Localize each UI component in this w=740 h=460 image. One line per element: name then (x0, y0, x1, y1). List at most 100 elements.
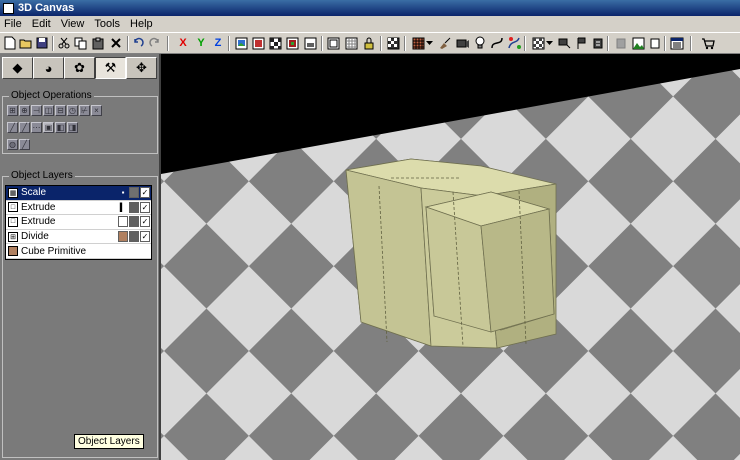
lock-icon[interactable] (361, 35, 377, 51)
tab-navigate[interactable]: ◆ (2, 57, 33, 79)
undo-icon[interactable] (130, 35, 146, 51)
op-face-icon[interactable]: ◧ (55, 122, 66, 133)
frame-icon[interactable] (325, 35, 341, 51)
menu-file[interactable]: File (0, 18, 28, 30)
op-delete-icon[interactable]: × (91, 105, 102, 116)
axis-z-button[interactable]: Z (210, 35, 226, 51)
axis-y-button[interactable]: Y (193, 35, 209, 51)
scroll-icon[interactable] (590, 35, 606, 51)
animation-path-icon[interactable] (506, 35, 522, 51)
pointer-icon[interactable] (556, 35, 572, 51)
tooltip: Object Layers (74, 434, 144, 449)
blank-frame-icon[interactable] (647, 35, 663, 51)
layer-visible-checkbox[interactable]: ✓ (140, 201, 150, 213)
op-weld-icon[interactable]: ⊣ (31, 105, 42, 116)
open-folder-icon[interactable] (18, 35, 34, 51)
camera-icon[interactable] (455, 35, 471, 51)
tab-objects[interactable]: ✿ (64, 57, 95, 79)
disabled-tool-icon (613, 35, 629, 51)
op-divide-icon[interactable]: ⊞ (7, 105, 18, 116)
brush-icon[interactable] (437, 35, 453, 51)
main-toolbar: X Y Z (0, 32, 740, 54)
op-bevel-icon[interactable]: ◫ (43, 105, 54, 116)
toolbar-separator (127, 36, 129, 51)
op-line-icon[interactable]: ╱ (7, 122, 18, 133)
grid-view-icon[interactable] (343, 35, 359, 51)
shopping-cart-icon[interactable] (700, 35, 716, 51)
chevron-down-icon[interactable] (425, 35, 434, 51)
object-operations-group: Object Operations ⊞ ⊕ ⊣ ◫ ⊟ ◷ ⊬ × ╱ ╱ ⋯ … (2, 90, 158, 154)
tab-globe[interactable]: ◕ (33, 57, 64, 79)
layer-pattern-swatch[interactable] (129, 231, 139, 243)
op-dots-icon[interactable]: ⋯ (31, 122, 42, 133)
menu-edit[interactable]: Edit (28, 18, 57, 30)
layer-material-swatch[interactable] (129, 187, 139, 199)
material-icon[interactable] (284, 35, 300, 51)
op-rotate-icon[interactable]: ◷ (67, 105, 78, 116)
scene-icon[interactable] (385, 35, 401, 51)
layer-label: Extrude (21, 201, 56, 213)
layer-label: Extrude (21, 216, 56, 228)
cut-icon[interactable] (56, 35, 72, 51)
layer-row[interactable]: Cube Primitive (6, 244, 151, 259)
light-bulb-icon[interactable] (472, 35, 488, 51)
layer-bar-icon: ▍ (118, 201, 128, 213)
move-icon: ✥ (136, 60, 147, 75)
cube-model[interactable] (345, 158, 557, 349)
flag-icon[interactable] (573, 35, 589, 51)
layer-visible-checkbox[interactable]: ✓ (140, 216, 150, 228)
op-edge-icon[interactable]: ╱ (19, 139, 30, 150)
layer-label: Divide (21, 231, 49, 243)
op-mirror-icon[interactable]: ⊬ (79, 105, 90, 116)
layer-visible-checkbox[interactable]: ✓ (140, 187, 150, 199)
op-extrude-icon[interactable]: ▣ (43, 122, 54, 133)
toolbar-separator (607, 36, 609, 51)
op-lathe-icon[interactable]: ◨ (67, 122, 78, 133)
layer-row[interactable]: □ Extrude ▍ ✓ (6, 201, 151, 216)
menu-help[interactable]: Help (126, 18, 159, 30)
layer-pattern-swatch[interactable] (129, 216, 139, 228)
landscape-icon[interactable] (630, 35, 646, 51)
redo-icon[interactable] (147, 35, 163, 51)
view-image-icon[interactable] (233, 35, 249, 51)
op-split-icon[interactable]: ⊟ (55, 105, 66, 116)
toolbar-separator (404, 36, 406, 51)
copy-icon[interactable] (72, 35, 88, 51)
new-file-icon[interactable] (2, 35, 18, 51)
layer-visible-checkbox[interactable]: ✓ (140, 231, 150, 243)
layer-row[interactable]: ▦ Scale ▪ ✓ (6, 186, 151, 201)
op-slash-icon[interactable]: ╱ (19, 122, 30, 133)
layer-pattern-swatch[interactable] (129, 201, 139, 213)
save-icon[interactable] (34, 35, 50, 51)
layer-cube-swatch[interactable] (118, 231, 128, 243)
objects-icon: ✿ (74, 60, 85, 75)
grid-options-icon[interactable] (410, 35, 426, 51)
tab-tools[interactable]: ⚒ (95, 57, 126, 79)
layer-row[interactable]: ⊞ Divide ✓ (6, 230, 151, 245)
tab-move[interactable]: ✥ (126, 57, 157, 79)
toolbar-separator (664, 36, 666, 51)
layer-empty-swatch[interactable] (118, 216, 128, 228)
app-icon[interactable] (3, 2, 14, 14)
op-subdivide-icon[interactable]: ⊕ (19, 105, 30, 116)
render-image-icon[interactable] (250, 35, 266, 51)
checker-pattern-icon[interactable] (530, 35, 546, 51)
op-smooth-icon[interactable]: ◍ (7, 139, 18, 150)
toolbar-separator (228, 36, 230, 51)
axis-x-button[interactable]: X (175, 35, 191, 51)
texture-icon[interactable] (267, 35, 283, 51)
path-curve-icon[interactable] (489, 35, 505, 51)
list-window-icon[interactable] (669, 35, 685, 51)
delete-icon[interactable] (108, 35, 124, 51)
menu-bar: File Edit View Tools Help (0, 16, 740, 32)
3d-viewport[interactable] (161, 54, 740, 460)
toolbar-separator (167, 36, 169, 51)
menu-tools[interactable]: Tools (90, 18, 126, 30)
layer-dot-icon: ▪ (121, 188, 125, 198)
layer-label: Scale (21, 187, 47, 199)
paste-icon[interactable] (90, 35, 106, 51)
picture-icon[interactable] (302, 35, 318, 51)
menu-view[interactable]: View (57, 18, 91, 30)
layer-row[interactable]: □ Extrude ✓ (6, 215, 151, 230)
chevron-down-icon[interactable] (545, 35, 554, 51)
